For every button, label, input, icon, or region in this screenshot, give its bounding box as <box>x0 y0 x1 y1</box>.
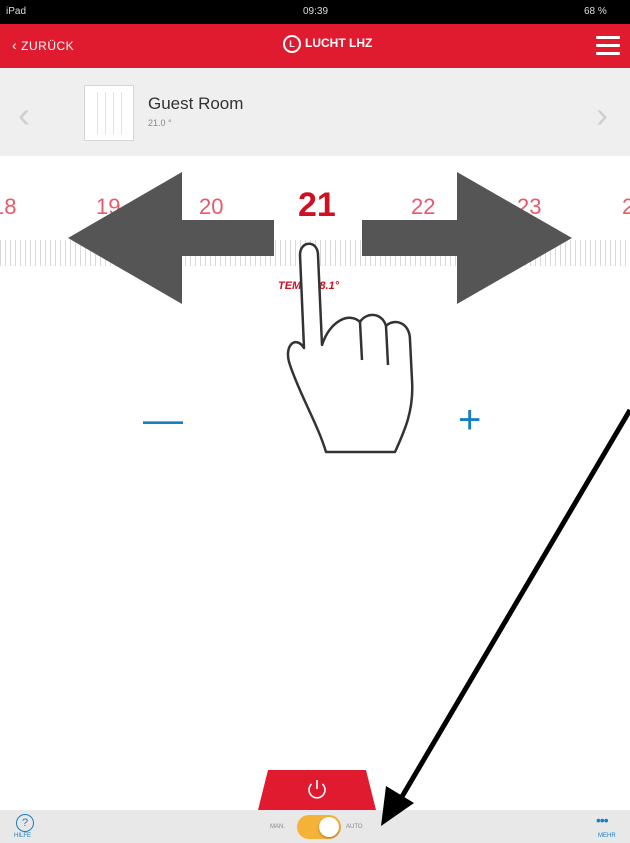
next-room-button[interactable]: › <box>596 94 608 136</box>
mode-toggle[interactable] <box>297 815 341 839</box>
increase-button[interactable]: + <box>458 398 481 443</box>
dial-value-selected[interactable]: 21 <box>298 186 336 225</box>
dial-ticks <box>0 240 630 266</box>
dial-value[interactable]: 18 <box>0 194 16 220</box>
back-label: ZURÜCK <box>21 39 75 53</box>
room-name: Guest Room <box>148 94 244 113</box>
help-label: HILFE <box>14 833 32 839</box>
temperature-dial[interactable]: 18 19 20 21 22 23 24 TEMP. 18.1° <box>0 156 630 306</box>
mode-manual-label: MAN. <box>270 824 285 830</box>
decrease-button[interactable]: — <box>143 398 183 443</box>
bottom-tab-bar: ? HILFE MAN. AUTO ••• MEHR <box>0 810 630 843</box>
toggle-knob <box>319 817 339 837</box>
back-button[interactable]: ‹ ZURÜCK <box>12 37 74 53</box>
dial-value[interactable]: 24 <box>622 194 630 220</box>
carrier-label: iPad <box>6 6 27 17</box>
logo-text: LUCHT LHZ <box>305 36 373 51</box>
mode-auto-label: AUTO <box>346 824 363 830</box>
chevron-left-icon: ‹ <box>12 37 18 53</box>
dial-value[interactable]: 20 <box>199 194 223 220</box>
more-label: MEHR <box>598 833 616 839</box>
clock: 09:39 <box>303 6 329 17</box>
status-bar: iPad 09:39 68 % <box>0 0 630 24</box>
current-temperature: TEMP. 18.1° <box>278 280 340 292</box>
prev-room-button[interactable]: ‹ <box>18 94 30 136</box>
dial-value[interactable]: 19 <box>96 194 120 220</box>
battery-label: 68 % <box>584 6 607 17</box>
radiator-icon <box>84 85 134 141</box>
hamburger-icon[interactable] <box>596 36 620 56</box>
dial-value[interactable]: 22 <box>411 194 435 220</box>
room-selector: ‹ Guest Room 21.0 ° › <box>0 68 630 156</box>
logo-icon: L <box>283 35 301 53</box>
more-icon[interactable]: ••• <box>596 812 609 828</box>
room-temperature: 21.0 ° <box>148 118 172 128</box>
pointer-arrow-icon <box>381 408 630 826</box>
power-button[interactable] <box>258 770 376 810</box>
brand-logo: L LUCHT LHZ <box>283 35 372 53</box>
nav-bar: ‹ ZURÜCK L LUCHT LHZ <box>0 24 630 68</box>
help-icon[interactable]: ? <box>16 814 34 832</box>
dial-value[interactable]: 23 <box>517 194 541 220</box>
